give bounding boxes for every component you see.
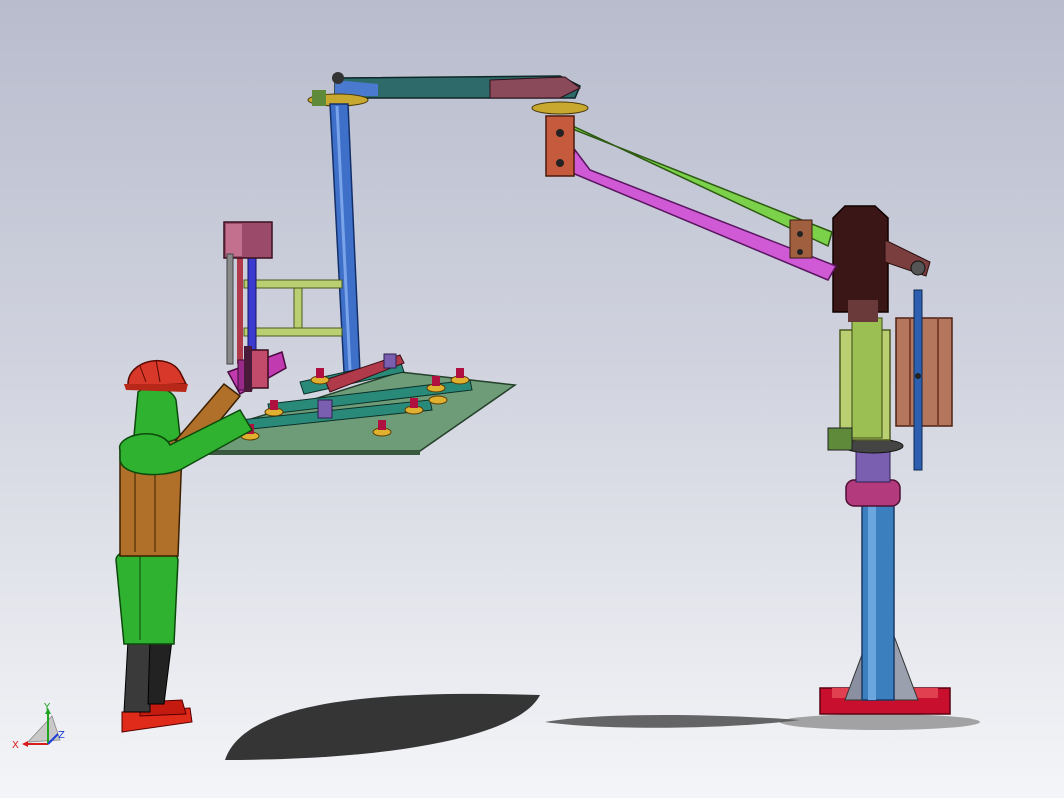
handle-bar[interactable] [244, 346, 269, 392]
triad-x-label: X [12, 740, 19, 751]
parallel-link-arms[interactable] [559, 119, 838, 281]
operator-figure [115, 351, 287, 733]
top-arm[interactable] [332, 72, 581, 99]
column-post[interactable] [861, 499, 895, 701]
pneumatic-cylinder[interactable] [895, 289, 953, 471]
triad-z-label: Z [58, 730, 65, 741]
triad-y-label: Y [43, 702, 51, 713]
column-gearbox [827, 317, 891, 451]
view-orientation-triad[interactable]: X Y Z [12, 702, 65, 751]
3d-viewport[interactable]: X Y Z [0, 0, 1064, 798]
